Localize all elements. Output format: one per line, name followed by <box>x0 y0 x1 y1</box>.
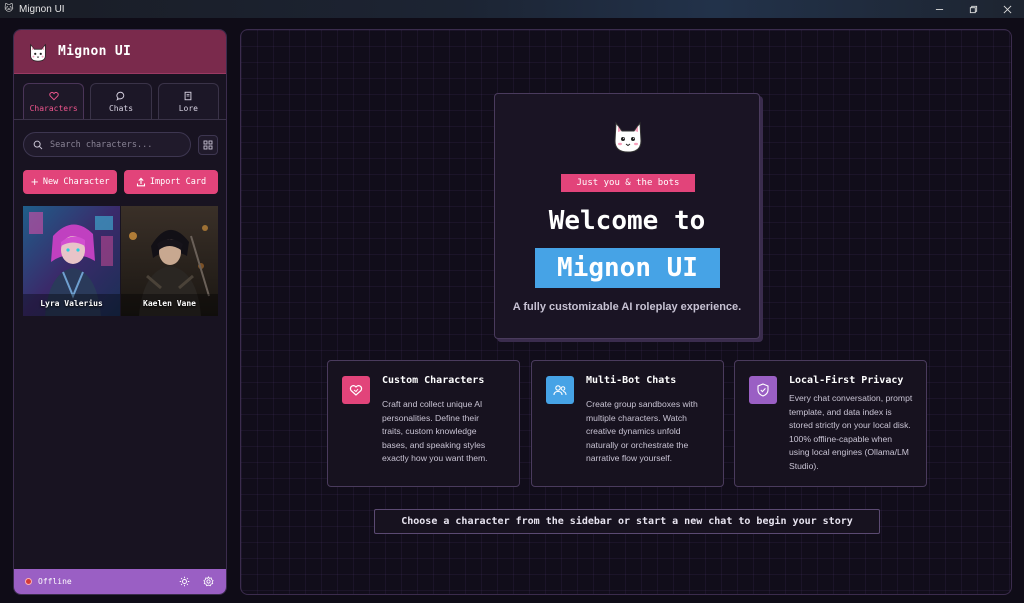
sidebar-tabs: Characters Chats Lore <box>23 83 219 119</box>
hero-subtitle: A fully customizable AI roleplay experie… <box>512 301 742 313</box>
tab-divider <box>14 119 226 120</box>
plus-icon: + <box>30 176 39 188</box>
character-card-kaelen[interactable]: Kaelen Vane <box>121 206 218 316</box>
import-card-button[interactable]: Import Card <box>124 170 218 194</box>
window-title: Mignon UI <box>19 3 65 15</box>
feature-description: Craft and collect unique AI personalitie… <box>382 399 488 463</box>
welcome-card: Just you & the bots Welcome to Mignon UI… <box>494 93 760 339</box>
character-name: Kaelen Vane <box>143 299 196 308</box>
search-icon <box>33 140 43 149</box>
close-icon[interactable] <box>990 0 1024 18</box>
tab-lore[interactable]: Lore <box>157 83 219 119</box>
sidebar-header: Mignon UI <box>14 30 226 74</box>
character-name: Lyra Valerius <box>40 299 103 308</box>
grid-view-button[interactable] <box>198 135 218 155</box>
sidebar-footer: Offline <box>14 569 226 594</box>
main-panel: Just you & the bots Welcome to Mignon UI… <box>240 29 1012 595</box>
grid-icon <box>203 140 213 150</box>
new-character-label: New Character <box>42 177 110 187</box>
restore-icon[interactable] <box>956 0 990 18</box>
cat-logo-icon <box>30 43 46 62</box>
heart-icon <box>48 91 59 100</box>
status-dot <box>25 578 32 585</box>
import-card-label: Import Card <box>149 177 207 187</box>
feature-title: Multi-Bot Chats <box>586 375 677 386</box>
search-box <box>23 132 191 157</box>
feature-description: Every chat conversation, prompt template… <box>789 393 913 471</box>
minimize-icon[interactable] <box>922 0 956 18</box>
get-started-hint: Choose a character from the sidebar or s… <box>374 509 880 534</box>
tagline-badge: Just you & the bots <box>561 174 695 192</box>
welcome-heading: Welcome to <box>548 206 706 236</box>
settings-gear-icon[interactable] <box>203 576 214 587</box>
app-cat-icon: 🐱 <box>4 4 14 14</box>
book-icon <box>184 91 192 100</box>
window-controls <box>922 0 1024 18</box>
tab-characters[interactable]: Characters <box>23 83 85 119</box>
upload-icon <box>136 177 145 187</box>
sidebar: Mignon UI Characters Chats Lore + New Ch… <box>13 29 227 595</box>
chat-bubble-icon <box>116 91 125 101</box>
cat-mascot-icon <box>614 121 642 153</box>
app-name-highlight: Mignon UI <box>535 248 720 288</box>
tab-chats[interactable]: Chats <box>90 83 152 119</box>
tab-characters-label: Characters <box>29 103 78 113</box>
heart-bubble-icon <box>342 376 370 404</box>
theme-sun-icon[interactable] <box>179 576 190 587</box>
brand-title: Mignon UI <box>58 44 132 59</box>
new-character-button[interactable]: + New Character <box>23 170 117 194</box>
shield-check-icon <box>749 376 777 404</box>
connection-status: Offline <box>38 577 72 586</box>
tab-chats-label: Chats <box>108 103 134 113</box>
feature-description: Create group sandboxes with multiple cha… <box>586 399 698 463</box>
tab-lore-label: Lore <box>178 103 198 113</box>
feature-title: Custom Characters <box>382 375 485 386</box>
feature-title: Local-First Privacy <box>789 375 904 386</box>
users-icon <box>546 376 574 404</box>
feature-card-local-first-privacy: Local-First Privacy Every chat conversat… <box>734 360 927 487</box>
feature-card-custom-characters: Custom Characters Craft and collect uniq… <box>327 360 520 487</box>
character-card-lyra[interactable]: Lyra Valerius <box>23 206 120 316</box>
window-titlebar: 🐱 Mignon UI <box>0 0 1024 18</box>
feature-card-multi-bot-chats: Multi-Bot Chats Create group sandboxes w… <box>531 360 724 487</box>
search-input[interactable] <box>50 139 180 150</box>
